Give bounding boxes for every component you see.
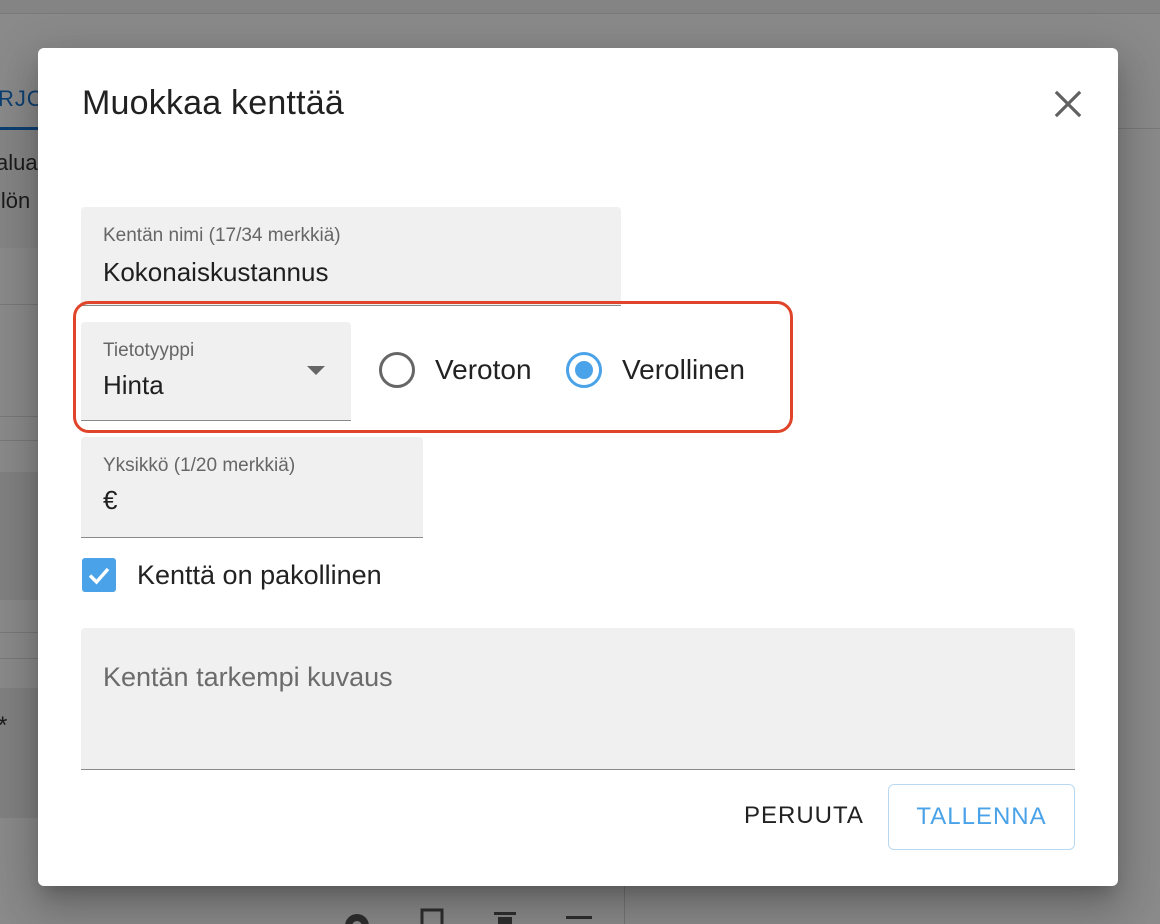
- radio-veroton-label: Veroton: [435, 354, 532, 385]
- required-checkbox[interactable]: Kenttä on pakollinen: [82, 558, 382, 592]
- data-type-value: Hinta: [103, 370, 164, 400]
- unit-value: €: [103, 485, 118, 515]
- field-name-label: Kentän nimi (17/34 merkkiä): [103, 225, 341, 246]
- radio-veroton[interactable]: Veroton: [379, 352, 532, 388]
- close-button[interactable]: [1048, 84, 1088, 124]
- required-checkbox-label: Kenttä on pakollinen: [137, 559, 382, 590]
- dialog-title: Muokkaa kenttää: [82, 84, 344, 122]
- checkbox-checked-icon: [82, 558, 116, 592]
- data-type-select[interactable]: Tietotyyppi Hinta: [81, 322, 351, 421]
- radio-verollinen-label: Verollinen: [622, 354, 745, 385]
- unit-label: Yksikkö (1/20 merkkiä): [103, 455, 296, 476]
- save-button[interactable]: TALLENNA: [888, 784, 1075, 850]
- cancel-button[interactable]: PERUUTA: [726, 784, 882, 848]
- unit-input[interactable]: Yksikkö (1/20 merkkiä) €: [81, 437, 423, 538]
- dropdown-arrow-icon: [307, 366, 325, 375]
- description-textarea[interactable]: Kentän tarkempi kuvaus: [81, 628, 1075, 770]
- data-type-label: Tietotyyppi: [103, 340, 195, 361]
- radio-verollinen[interactable]: Verollinen: [566, 352, 745, 388]
- close-icon: [1054, 90, 1082, 118]
- description-placeholder: Kentän tarkempi kuvaus: [103, 662, 393, 692]
- field-name-value: Kokonaiskustannus: [103, 257, 329, 287]
- edit-field-dialog: Muokkaa kenttää Kentän nimi (17/34 merkk…: [38, 48, 1118, 886]
- radio-checked-icon: [566, 352, 602, 388]
- radio-unchecked-icon: [379, 352, 415, 388]
- field-name-input[interactable]: Kentän nimi (17/34 merkkiä) Kokonaiskust…: [81, 207, 621, 306]
